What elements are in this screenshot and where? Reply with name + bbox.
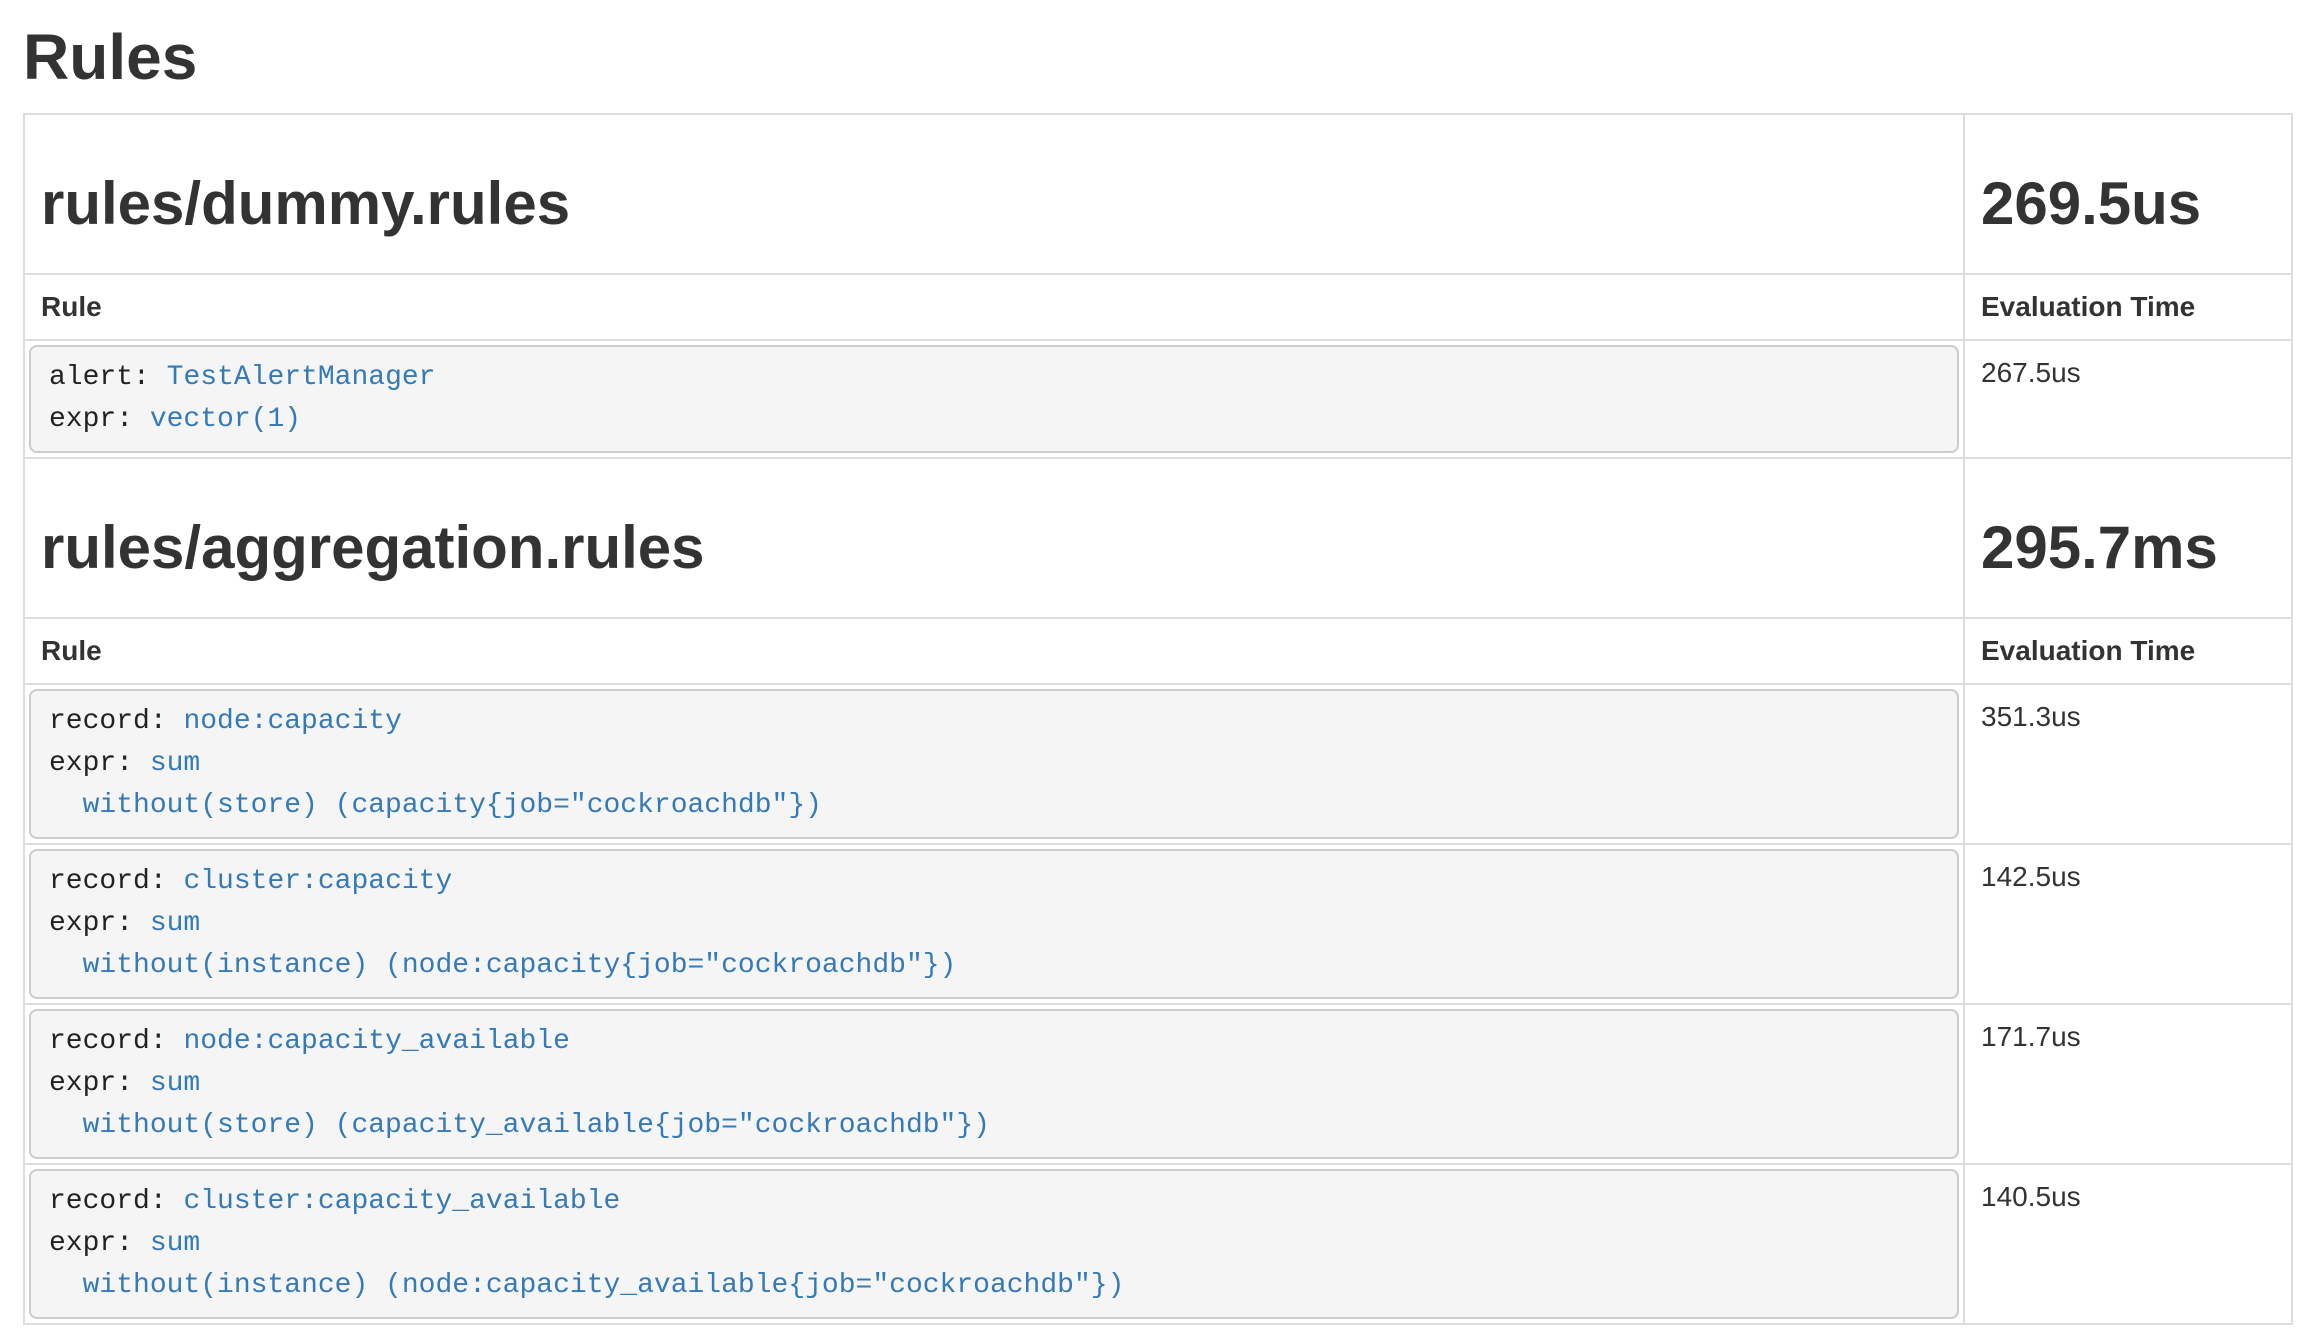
rule-keyword: record:	[49, 866, 167, 897]
rule-link[interactable]: TestAlertManager	[167, 362, 436, 393]
rule-source: record: node:capacity expr: sum without(…	[29, 689, 1959, 839]
group-file-cell: rules/dummy.rules	[24, 114, 1964, 274]
column-header-evaluation-time-cell: Evaluation Time	[1964, 274, 2292, 340]
rule-link[interactable]: cluster:capacity	[183, 866, 452, 897]
rule-link[interactable]: sum without(instance) (node:capacity_ava…	[49, 1228, 1124, 1301]
rule-evaluation-time-cell: 142.5us	[1964, 844, 2292, 1004]
rules-table-body: rules/dummy.rules 269.5us Rule Evaluatio…	[24, 114, 2292, 1324]
rule-evaluation-time-cell: 171.7us	[1964, 1004, 2292, 1164]
rule-link[interactable]: cluster:capacity_available	[183, 1186, 620, 1217]
rule-keyword: expr:	[49, 1228, 133, 1259]
column-header-evaluation-time: Evaluation Time	[1981, 291, 2195, 322]
rule-cell: record: cluster:capacity expr: sum witho…	[24, 844, 1964, 1004]
rules-table: rules/dummy.rules 269.5us Rule Evaluatio…	[23, 113, 2293, 1325]
rule-evaluation-time-cell: 267.5us	[1964, 340, 2292, 458]
rule-cell: record: node:capacity_available expr: su…	[24, 1004, 1964, 1164]
rule-keyword: expr:	[49, 1068, 133, 1099]
column-header-rule-cell: Rule	[24, 274, 1964, 340]
rule-keyword: record:	[49, 1026, 167, 1057]
column-header-rule: Rule	[41, 635, 102, 666]
rule-cell: alert: TestAlertManager expr: vector(1)	[24, 340, 1964, 458]
group-file: rules/dummy.rules	[41, 171, 1947, 237]
group-time-cell: 295.7ms	[1964, 458, 2292, 618]
rule-row: record: node:capacity expr: sum without(…	[24, 684, 2292, 844]
rule-keyword: expr:	[49, 908, 133, 939]
rule-evaluation-time-cell: 351.3us	[1964, 684, 2292, 844]
rule-keyword: record:	[49, 706, 167, 737]
rule-evaluation-time: 142.5us	[1981, 861, 2081, 892]
rule-link[interactable]: node:capacity	[183, 706, 401, 737]
rule-source: record: node:capacity_available expr: su…	[29, 1009, 1959, 1159]
rule-evaluation-time: 351.3us	[1981, 701, 2081, 732]
column-header-row: Rule Evaluation Time	[24, 618, 2292, 684]
page-title: Rules	[23, 22, 2293, 92]
rule-link[interactable]: node:capacity_available	[183, 1026, 569, 1057]
column-header-row: Rule Evaluation Time	[24, 274, 2292, 340]
group-evaluation-time: 269.5us	[1981, 171, 2275, 237]
group-file: rules/aggregation.rules	[41, 515, 1947, 581]
rule-cell: record: node:capacity expr: sum without(…	[24, 684, 1964, 844]
group-file-cell: rules/aggregation.rules	[24, 458, 1964, 618]
rule-source: record: cluster:capacity_available expr:…	[29, 1169, 1959, 1319]
rule-keyword: alert:	[49, 362, 150, 393]
rule-evaluation-time: 171.7us	[1981, 1021, 2081, 1052]
column-header-rule: Rule	[41, 291, 102, 322]
rule-row: record: node:capacity_available expr: su…	[24, 1004, 2292, 1164]
group-header-row: rules/aggregation.rules 295.7ms	[24, 458, 2292, 618]
rule-link[interactable]: vector(1)	[150, 404, 301, 435]
rule-evaluation-time-cell: 140.5us	[1964, 1164, 2292, 1324]
column-header-rule-cell: Rule	[24, 618, 1964, 684]
rule-keyword: expr:	[49, 748, 133, 779]
column-header-evaluation-time: Evaluation Time	[1981, 635, 2195, 666]
rule-link[interactable]: sum without(store) (capacity_available{j…	[49, 1068, 990, 1141]
rule-link[interactable]: sum without(store) (capacity{job="cockro…	[49, 748, 822, 821]
rule-source: alert: TestAlertManager expr: vector(1)	[29, 345, 1959, 453]
group-header-row: rules/dummy.rules 269.5us	[24, 114, 2292, 274]
rule-source: record: cluster:capacity expr: sum witho…	[29, 849, 1959, 999]
group-time-cell: 269.5us	[1964, 114, 2292, 274]
rule-keyword: record:	[49, 1186, 167, 1217]
rule-evaluation-time: 267.5us	[1981, 357, 2081, 388]
rule-evaluation-time: 140.5us	[1981, 1181, 2081, 1212]
rule-keyword: expr:	[49, 404, 133, 435]
rule-row: record: cluster:capacity_available expr:…	[24, 1164, 2292, 1324]
group-evaluation-time: 295.7ms	[1981, 515, 2275, 581]
rule-row: alert: TestAlertManager expr: vector(1) …	[24, 340, 2292, 458]
rule-row: record: cluster:capacity expr: sum witho…	[24, 844, 2292, 1004]
column-header-evaluation-time-cell: Evaluation Time	[1964, 618, 2292, 684]
rule-link[interactable]: sum without(instance) (node:capacity{job…	[49, 908, 956, 981]
rule-cell: record: cluster:capacity_available expr:…	[24, 1164, 1964, 1324]
